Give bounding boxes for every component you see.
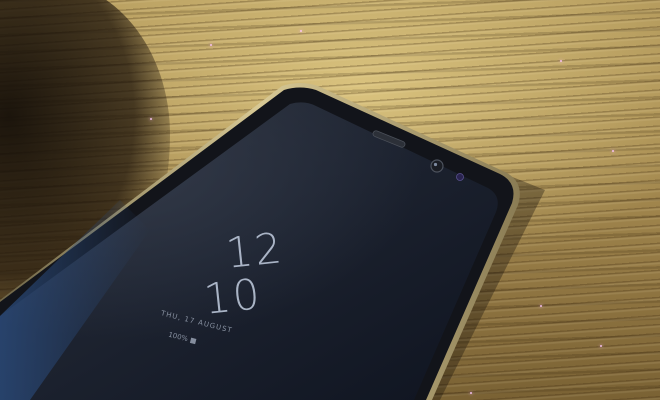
front-camera [430,159,444,173]
photo-scene: 12 10 THU, 17 AUGUST 100% ■ [0,0,660,400]
clock-minute: 10 [201,269,264,324]
smartphone [0,83,545,400]
camera-lens-glint [433,162,438,167]
iris-sensor [456,173,464,181]
